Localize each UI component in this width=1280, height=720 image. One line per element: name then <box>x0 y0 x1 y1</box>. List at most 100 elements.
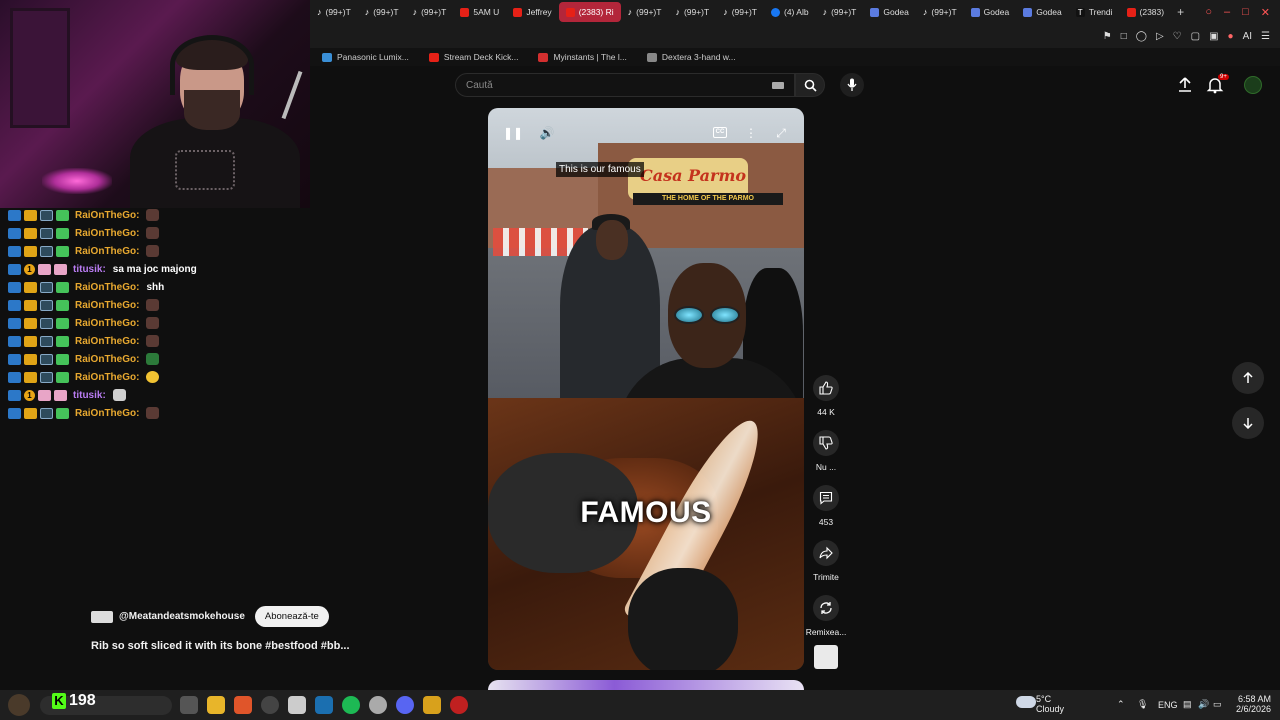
chat-username[interactable]: RaiOnTheGo: <box>75 282 139 293</box>
pause-icon[interactable]: ❚❚ <box>503 124 523 142</box>
play-icon[interactable]: ▷ <box>1156 31 1164 42</box>
channel-handle[interactable]: @Meatandeatsmokehouse <box>119 611 245 622</box>
search-button[interactable] <box>795 73 825 97</box>
voice-search-button[interactable] <box>840 73 864 97</box>
channel-thumbnail[interactable] <box>814 645 838 669</box>
tray-chevron-icon[interactable]: ⌃ <box>1117 699 1125 710</box>
battery-icon[interactable]: ▭ <box>1213 699 1222 710</box>
like-count: 44 K <box>817 407 835 417</box>
chat-username[interactable]: RaiOnTheGo: <box>75 354 139 365</box>
bookmark-item[interactable]: Panasonic Lumix... <box>322 52 409 62</box>
next-video-button[interactable] <box>1232 407 1264 439</box>
browser-tab[interactable]: ♪ (99+)T <box>816 2 864 22</box>
network-icon[interactable]: ▤ <box>1183 699 1192 710</box>
share-button[interactable] <box>813 540 839 566</box>
wallet-icon[interactable]: ▣ <box>1209 31 1218 42</box>
shield-icon[interactable]: ◯ <box>1136 31 1147 42</box>
bookmark-item[interactable]: Dextera 3-hand w... <box>646 52 736 62</box>
steam-icon[interactable] <box>315 696 333 714</box>
screenshot-icon[interactable]: □ <box>1121 31 1127 42</box>
volume-icon[interactable]: 🔊 <box>538 124 556 142</box>
browser-tab-label: Trendi <box>1088 7 1113 17</box>
bookmark-item[interactable]: Stream Deck Kick... <box>428 52 518 62</box>
video-title[interactable]: Rib so soft sliced it with its bone #bes… <box>91 640 350 652</box>
chat-username[interactable]: RaiOnTheGo: <box>75 372 139 383</box>
discord-icon[interactable] <box>396 696 414 714</box>
upload-icon[interactable] <box>1176 76 1194 94</box>
browser-tab[interactable]: Godea <box>964 2 1017 22</box>
minimize-icon[interactable]: – <box>1224 6 1230 19</box>
obs-icon[interactable] <box>261 696 279 714</box>
chat-username[interactable]: titusik: <box>73 264 106 275</box>
chat-username[interactable]: RaiOnTheGo: <box>75 408 139 419</box>
subscribe-button[interactable]: Abonează-te <box>254 606 329 627</box>
remix-button[interactable] <box>813 595 839 621</box>
channel-logo[interactable] <box>91 610 113 623</box>
account-avatar[interactable] <box>1244 76 1262 94</box>
captions-button[interactable]: CC <box>713 127 727 138</box>
mic-tray-icon[interactable]: 🎙 <box>1137 699 1148 710</box>
store-icon[interactable] <box>288 696 306 714</box>
notifications-button[interactable]: 9+ <box>1206 74 1229 96</box>
language-indicator[interactable]: ENG <box>1158 700 1178 710</box>
chat-username[interactable]: RaiOnTheGo: <box>75 246 139 257</box>
keyboard-icon[interactable] <box>772 81 784 89</box>
browser-tab[interactable]: ♪ (99+)T <box>668 2 716 22</box>
browser-tab[interactable]: 5AM U <box>453 2 506 22</box>
next-video-peek[interactable] <box>488 680 804 690</box>
chat-username[interactable]: RaiOnTheGo: <box>75 336 139 347</box>
fullscreen-icon[interactable]: ⤢ <box>772 124 790 142</box>
app-icon[interactable] <box>369 696 387 714</box>
chat-badge-icon <box>56 371 69 383</box>
browser-tab[interactable]: ♪ (99+)T <box>716 2 764 22</box>
comments-button[interactable] <box>813 485 839 511</box>
browser-tab[interactable]: (4) Alb <box>764 2 816 22</box>
search-tabs-icon[interactable]: ○ <box>1205 6 1212 19</box>
chat-username[interactable]: RaiOnTheGo: <box>75 210 139 221</box>
start-avatar-icon[interactable] <box>8 694 30 716</box>
spotify-icon[interactable] <box>342 696 360 714</box>
browser-tab[interactable]: Godea <box>863 2 916 22</box>
opera-icon[interactable] <box>450 696 468 714</box>
previous-video-button[interactable] <box>1232 362 1264 394</box>
browser-tab[interactable]: ♪ (99+)T <box>358 2 406 22</box>
heart-icon[interactable]: ♡ <box>1173 31 1182 42</box>
menu-icon[interactable]: ☰ <box>1261 31 1270 42</box>
chat-username[interactable]: RaiOnTheGo: <box>75 228 139 239</box>
weather-widget[interactable]: 5°C Cloudy <box>1036 694 1064 714</box>
ai-button[interactable]: AI <box>1243 31 1252 42</box>
more-options-icon[interactable]: ⋮ <box>742 124 760 142</box>
chat-username[interactable]: RaiOnTheGo: <box>75 318 139 329</box>
like-button[interactable] <box>813 375 839 401</box>
search-input[interactable]: Caută <box>455 73 795 97</box>
browser-tab-label: (99+)T <box>636 7 662 17</box>
browser-tab[interactable]: (2383) Ri <box>558 2 621 22</box>
file-explorer-icon[interactable] <box>207 696 225 714</box>
browser-tab[interactable]: (2383) <box>1120 2 1172 22</box>
task-view-icon[interactable] <box>180 696 198 714</box>
chat-message: RaiOnTheGo: <box>0 332 310 350</box>
browser-tab[interactable]: ♪ (99+)T <box>621 2 669 22</box>
new-tab-button[interactable]: + <box>1171 5 1190 19</box>
dislike-button[interactable] <box>813 430 839 456</box>
bookmark-icon[interactable]: ⚑ <box>1103 31 1112 42</box>
chat-username[interactable]: RaiOnTheGo: <box>75 300 139 311</box>
extensions-icon[interactable]: ▢ <box>1191 31 1200 42</box>
bookmark-item[interactable]: Myinstants | The l... <box>538 52 627 62</box>
chat-username[interactable]: titusik: <box>73 390 106 401</box>
volume-tray-icon[interactable]: 🔊 <box>1198 699 1209 710</box>
brave-browser-icon[interactable] <box>234 696 252 714</box>
maximize-icon[interactable]: □ <box>1242 6 1249 19</box>
clock[interactable]: 6:58 AM 2/6/2026 <box>1236 694 1271 714</box>
browser-tab[interactable]: ♪ (99+)T <box>916 2 964 22</box>
browser-tab[interactable]: ♪ (99+)T <box>310 2 358 22</box>
browser-tab[interactable]: ♪ (99+)T <box>406 2 454 22</box>
shorts-video-player[interactable]: Casa Parmo THE HOME OF THE PARMO ❚❚ 🔊 CC… <box>488 108 804 670</box>
shop-sign-text: Casa Parmo <box>640 166 747 185</box>
rockstar-icon[interactable] <box>423 696 441 714</box>
close-icon[interactable]: ✕ <box>1261 6 1270 19</box>
browser-tab[interactable]: Godea <box>1016 2 1069 22</box>
browser-tab[interactable]: T Trendi <box>1069 2 1120 22</box>
profile-icon[interactable]: ● <box>1228 31 1234 42</box>
browser-tab[interactable]: Jeffrey <box>506 2 558 22</box>
